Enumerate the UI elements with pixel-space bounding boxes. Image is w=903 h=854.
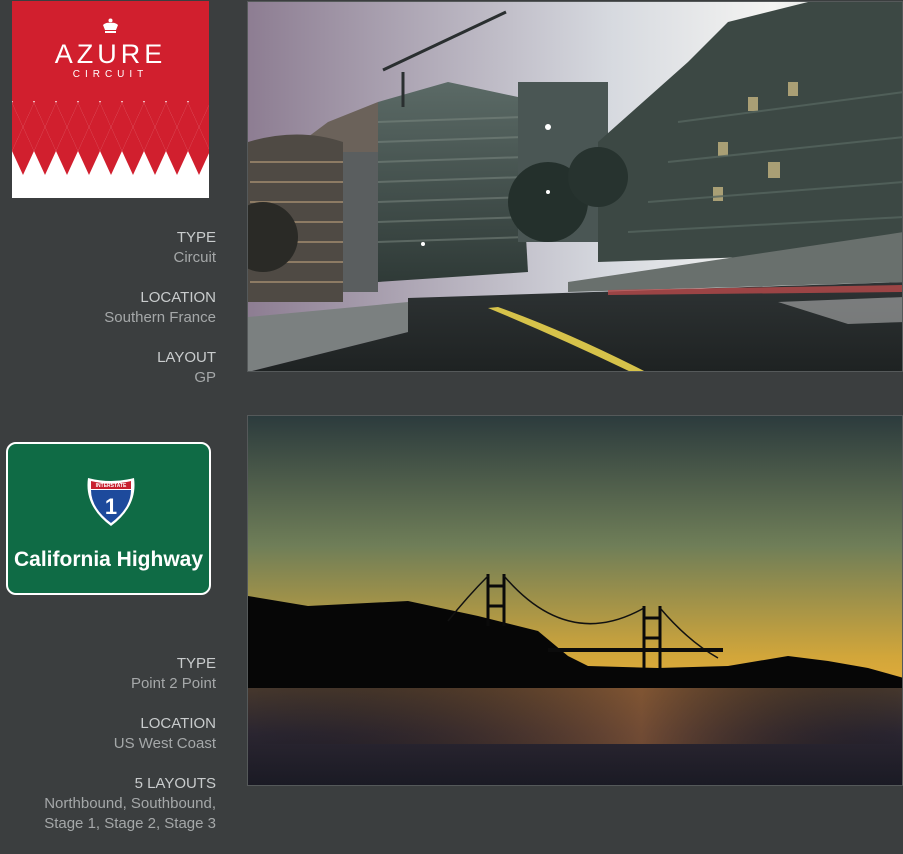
interstate-shield-icon: INTERSTATE 1	[87, 478, 135, 526]
track-info-azure: TYPE Circuit LOCATION Southern France LA…	[0, 228, 216, 408]
shield-number: 1	[105, 494, 117, 519]
track-info-california: TYPE Point 2 Point LOCATION US West Coas…	[0, 654, 216, 854]
diamond-pattern	[12, 101, 209, 198]
logo-subtitle: CIRCUIT	[72, 69, 149, 80]
california-highway-logo: INTERSTATE 1 California Highway	[6, 442, 211, 595]
info-value-type: Circuit	[173, 249, 216, 266]
logo-title: California Highway	[13, 548, 204, 571]
info-value-location: US West Coast	[113, 735, 216, 752]
info-value-layouts-line2: Stage 1, Stage 2, Stage 3	[44, 815, 216, 832]
info-value-location: Southern France	[104, 309, 216, 326]
azure-circuit-logo: AZURE CIRCUIT	[12, 1, 209, 198]
info-label-location: LOCATION	[140, 289, 216, 306]
info-value-layout: GP	[194, 369, 216, 386]
track-preview-image-california[interactable]	[247, 415, 903, 786]
info-label-type: TYPE	[176, 655, 216, 672]
crown-icon	[103, 18, 118, 33]
shield-top-text: INTERSTATE	[96, 483, 127, 489]
info-label-layout: LAYOUT	[157, 349, 216, 366]
info-label-type: TYPE	[176, 229, 216, 246]
logo-title: AZURE	[54, 39, 167, 69]
info-value-layouts-line1: Northbound, Southbound,	[44, 795, 216, 812]
info-label-layouts: 5 LAYOUTS	[134, 775, 216, 792]
info-label-location: LOCATION	[140, 715, 216, 732]
info-value-type: Point 2 Point	[130, 675, 216, 692]
track-preview-image-azure[interactable]	[247, 1, 903, 372]
